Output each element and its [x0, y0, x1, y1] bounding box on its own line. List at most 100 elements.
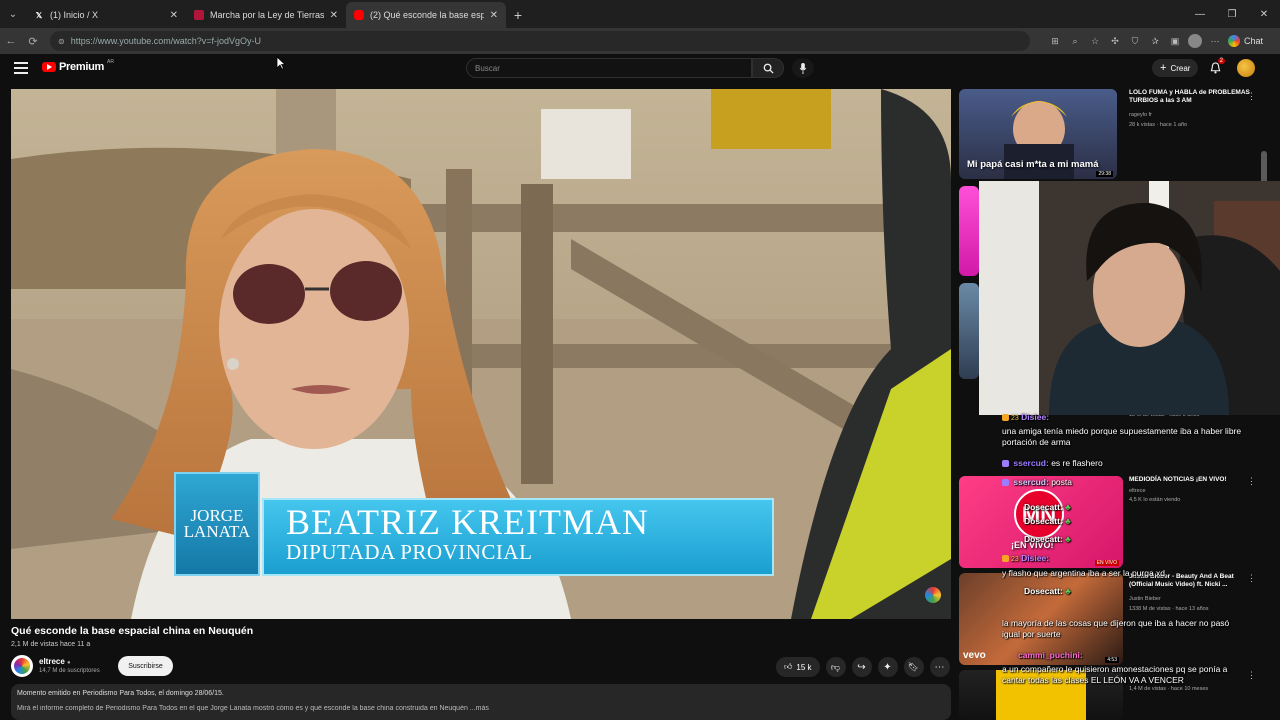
- chat-username: Dosecatt:: [1024, 502, 1063, 512]
- search-box: [466, 58, 752, 78]
- video-thumbnail[interactable]: Mi papá casi m*ta a mi mamá 29:38: [959, 89, 1117, 179]
- close-window-icon[interactable]: ✕: [1248, 0, 1280, 28]
- extension-puzzle-icon[interactable]: ✣: [1108, 34, 1122, 48]
- dislike-button[interactable]: 👎︎: [825, 657, 846, 677]
- notifications-button[interactable]: 2: [1207, 58, 1225, 76]
- notification-badge: 2: [1217, 58, 1225, 64]
- channel-name-text: eltrece: [39, 657, 65, 666]
- sub-badge-icon: [1002, 414, 1009, 422]
- youtube-favicon-icon: [354, 10, 364, 20]
- chat-message: ssercud: posta: [1002, 477, 1242, 488]
- video-actions: 👍︎ 15 k 👎︎ ↪ ✦ 🔖︎ ⋯: [776, 657, 950, 677]
- related-video-channel[interactable]: rageylo fr: [1129, 112, 1152, 118]
- video-thumbnail[interactable]: [959, 186, 979, 276]
- share-button[interactable]: ↪: [851, 657, 872, 677]
- channel-avatar[interactable]: [11, 655, 33, 677]
- bookmark-star-icon[interactable]: ☆: [1088, 34, 1102, 48]
- related-video-channel[interactable]: eltrece: [1129, 488, 1146, 494]
- more-actions-button[interactable]: ⋯: [929, 657, 950, 677]
- collections-icon[interactable]: ▣: [1168, 34, 1182, 48]
- news-favicon-icon: [194, 10, 204, 20]
- brand-line-2: LANATA: [183, 522, 251, 541]
- tab-search-icon[interactable]: ⌄: [0, 0, 26, 28]
- zoom-icon[interactable]: ⌕: [1068, 34, 1082, 48]
- install-app-icon[interactable]: ⊞: [1048, 34, 1062, 48]
- tab-news[interactable]: Marcha por la Ley de Tierras bajo ✕: [186, 2, 346, 28]
- logo-region: AR: [106, 59, 114, 65]
- search-button[interactable]: [752, 58, 784, 78]
- window-controls: — ❐ ✕: [1184, 0, 1280, 28]
- video-thumbnail[interactable]: [959, 283, 979, 379]
- channel-watermark-icon[interactable]: [925, 587, 941, 603]
- badge-count: 23: [1011, 556, 1019, 563]
- voice-search-button[interactable]: [792, 58, 814, 78]
- more-options-icon[interactable]: ⋮: [1247, 573, 1256, 584]
- avatar[interactable]: [1237, 59, 1255, 77]
- back-icon[interactable]: ←: [0, 30, 22, 52]
- more-options-icon[interactable]: ⋮: [1247, 476, 1256, 487]
- copilot-icon: [1228, 35, 1240, 47]
- shield-extension-icon[interactable]: ⛉: [1128, 34, 1142, 48]
- tab-x[interactable]: 𝕏 (1) Inicio / X ✕: [26, 2, 186, 28]
- channel-name[interactable]: eltrece ●: [39, 657, 71, 666]
- chat-message: y flasho que argentina iba a ser la purg…: [1002, 568, 1242, 579]
- youtube-header: Premium AR + Crear 2: [0, 54, 1280, 84]
- thumbs-up-icon: 👍︎: [784, 662, 793, 671]
- favorites-icon[interactable]: ✰: [1148, 34, 1162, 48]
- chat-button[interactable]: Chat: [1228, 35, 1263, 47]
- chat-text: posta: [1051, 477, 1072, 487]
- chat-message: 23 Disiee:: [1002, 553, 1242, 564]
- new-tab-button[interactable]: +: [506, 2, 530, 28]
- save-button[interactable]: 🔖︎: [903, 657, 924, 677]
- chat-message: una amiga tenía miedo porque supuestamen…: [1002, 426, 1242, 449]
- tab-youtube[interactable]: (2) Qué esconde la base espacial c ✕: [346, 2, 506, 28]
- plant-emote-icon: ♣: [1065, 534, 1071, 544]
- search-input[interactable]: [475, 63, 751, 73]
- plant-emote-icon: ♣: [1065, 516, 1071, 526]
- related-video-title[interactable]: LOLO FUMA y HABLA de PROBLEMAS TURBIOS a…: [1129, 89, 1254, 106]
- minimize-icon[interactable]: —: [1184, 0, 1216, 28]
- verified-icon: ●: [67, 660, 71, 666]
- chat-username: Disiee:: [1021, 553, 1050, 563]
- plus-icon: +: [1160, 62, 1167, 74]
- profile-icon[interactable]: [1188, 34, 1202, 48]
- microphone-icon: [799, 62, 807, 74]
- more-menu-icon[interactable]: ⋯: [1208, 34, 1222, 48]
- close-tab-icon[interactable]: ✕: [330, 10, 338, 21]
- vevo-logo: vevo: [963, 650, 986, 661]
- bookmark-icon: 🔖︎: [907, 661, 920, 672]
- related-video-1[interactable]: Mi papá casi m*ta a mi mamá 29:38 LOLO F…: [959, 89, 1270, 179]
- description-line-2: Mirá el informe completo de Periodismo P…: [17, 705, 489, 712]
- menu-icon[interactable]: [14, 62, 28, 74]
- speaker-name: BEATRIZ KREITMAN: [286, 502, 649, 542]
- chat-message: Dosecatt: ♣: [1024, 534, 1264, 545]
- chat-text: una amiga tenía miedo porque supuestamen…: [1002, 426, 1242, 448]
- create-button[interactable]: + Crear: [1152, 59, 1199, 77]
- url-text: https://www.youtube.com/watch?v=f-jodVgO…: [70, 36, 262, 46]
- close-tab-icon[interactable]: ✕: [170, 10, 178, 21]
- like-button[interactable]: 👍︎ 15 k: [776, 657, 820, 677]
- description-box[interactable]: Momento emitido en Periodismo Para Todos…: [11, 684, 951, 720]
- logo-text: Premium: [59, 61, 104, 73]
- like-count: 15 k: [796, 662, 812, 672]
- close-tab-icon[interactable]: ✕: [490, 10, 498, 21]
- reload-icon[interactable]: ⟳: [22, 30, 44, 52]
- subscribe-button[interactable]: Suscribirse: [118, 656, 173, 676]
- sparkle-icon: ✦: [883, 661, 892, 673]
- chat-username: Dosecatt:: [1024, 534, 1063, 544]
- site-info-icon[interactable]: ⊜: [58, 37, 65, 46]
- video-meta: 2,1 M de vistas hace 11 a: [11, 641, 91, 648]
- x-logo-icon: 𝕏: [35, 10, 43, 20]
- ask-button[interactable]: ✦: [877, 657, 898, 677]
- url-field[interactable]: ⊜ https://www.youtube.com/watch?v=f-jodV…: [50, 31, 1030, 51]
- related-video-meta: 1338 M de vistas · hace 13 años: [1129, 606, 1209, 612]
- plant-emote-icon: ♣: [1065, 586, 1071, 596]
- maximize-icon[interactable]: ❐: [1216, 0, 1248, 28]
- more-options-icon[interactable]: ⋮: [1247, 670, 1256, 681]
- chat-username: cammi_puchini:: [1018, 650, 1083, 660]
- video-player[interactable]: JORGE LANATA BEATRIZ KREITMAN DIPUTADA P…: [11, 89, 951, 619]
- chat-username: ssercud:: [1013, 458, 1049, 468]
- more-options-icon[interactable]: ⋮: [1247, 91, 1256, 102]
- description-line-1: Momento emitido en Periodismo Para Todos…: [17, 690, 224, 697]
- youtube-logo[interactable]: Premium AR: [42, 59, 114, 73]
